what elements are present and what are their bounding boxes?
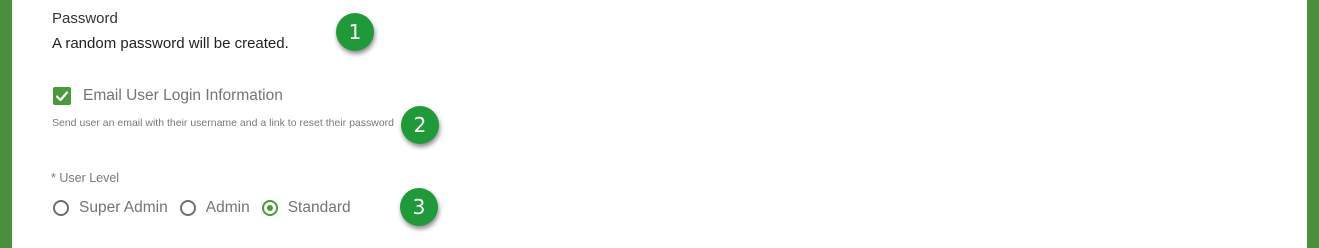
- radio-admin-label[interactable]: Admin: [206, 199, 250, 217]
- radio-super-admin[interactable]: Super Admin: [53, 199, 168, 217]
- radio-standard-label[interactable]: Standard: [288, 199, 351, 217]
- form-panel: Password A random password will be creat…: [12, 0, 1307, 248]
- user-level-label: * User Level: [51, 171, 120, 185]
- email-login-label[interactable]: Email User Login Information: [83, 87, 283, 105]
- callout-1: 1: [336, 13, 374, 51]
- radio-standard-circle[interactable]: [261, 200, 278, 216]
- radio-admin-circle[interactable]: [179, 200, 196, 216]
- callout-3: 3: [400, 188, 438, 226]
- email-login-checkbox-row[interactable]: Email User Login Information: [53, 87, 283, 105]
- checkmark-icon: [55, 91, 69, 102]
- radio-super-admin-label[interactable]: Super Admin: [79, 199, 168, 217]
- callout-2: 2: [401, 106, 439, 144]
- password-value: A random password will be created.: [52, 35, 289, 52]
- radio-super-admin-circle[interactable]: [53, 200, 69, 216]
- password-label: Password: [52, 10, 118, 27]
- user-level-radio-group: Super Admin Admin Standard: [53, 199, 363, 217]
- radio-admin[interactable]: Admin: [179, 199, 250, 217]
- email-login-help-text: Send user an email with their username a…: [52, 117, 395, 129]
- radio-standard[interactable]: Standard: [261, 199, 351, 217]
- email-login-checkbox[interactable]: [53, 87, 71, 105]
